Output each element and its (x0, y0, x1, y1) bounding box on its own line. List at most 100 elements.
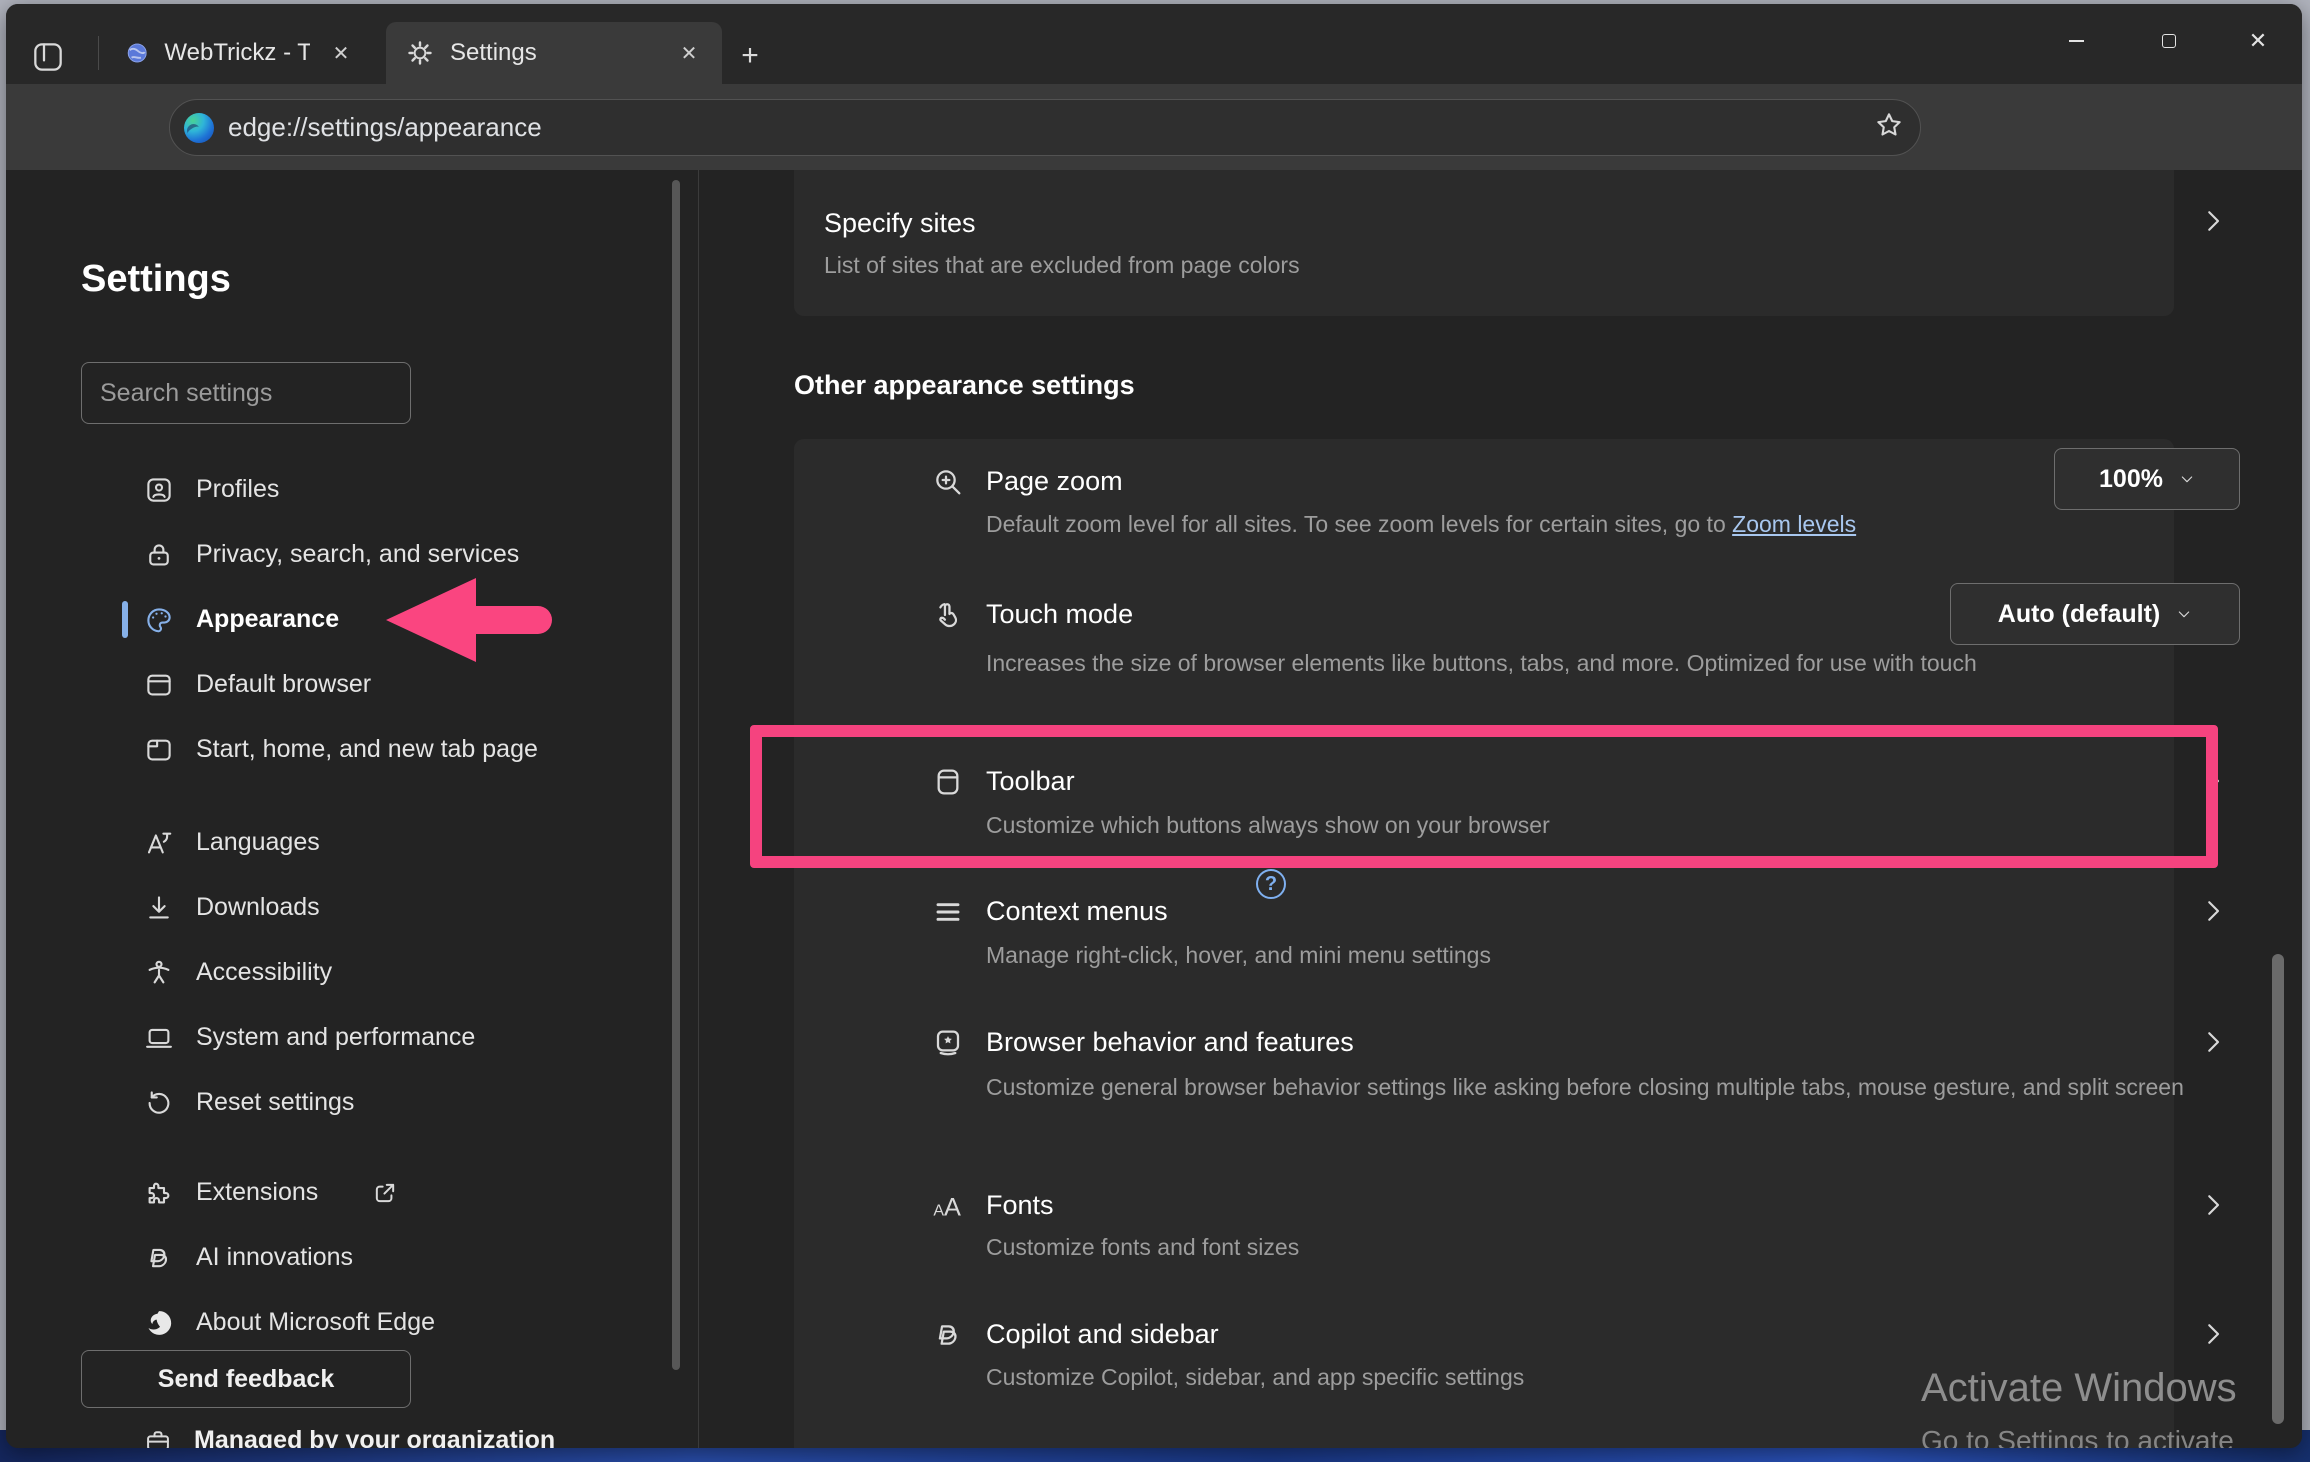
sidebar-item-label: Start, home, and new tab page (196, 735, 538, 764)
chevron-right-icon[interactable] (2198, 1027, 2228, 1057)
chevron-down-icon (2179, 471, 2195, 487)
touch-mode-dropdown[interactable]: Auto (default) (1950, 583, 2240, 645)
touch-mode-title: Touch mode (986, 599, 1133, 630)
url-text[interactable]: edge://settings/appearance (228, 112, 1874, 143)
edge-logo-icon (144, 1308, 174, 1338)
chevron-right-icon[interactable] (2198, 766, 2228, 796)
sidebar-item-privacy[interactable]: Privacy, search, and services (6, 522, 666, 587)
sidebar-item-extensions[interactable]: Extensions (6, 1160, 666, 1225)
settings-sidebar: Settings Profiles Privacy, search, and s… (6, 170, 698, 1448)
toolbar-row-subtitle: Customize which buttons always show on y… (986, 812, 1550, 839)
send-feedback-button[interactable]: Send feedback (81, 1350, 411, 1408)
window-close-button[interactable]: ✕ (2228, 18, 2288, 64)
chevron-down-icon (2176, 606, 2192, 622)
sidebar-item-downloads[interactable]: Downloads (6, 875, 666, 940)
page-zoom-subtitle-text: Default zoom level for all sites. To see… (986, 511, 1732, 537)
fonts-subtitle: Customize fonts and font sizes (986, 1234, 1299, 1261)
palette-icon (144, 605, 174, 635)
sidebar-item-ai-innovations[interactable]: AI innovations (6, 1225, 666, 1290)
other-appearance-card: Page zoom Default zoom level for all sit… (794, 439, 2174, 1448)
downloads-icon (144, 893, 174, 923)
browser-toolbar: edge://settings/appearance (6, 84, 2302, 170)
profiles-icon (144, 475, 174, 505)
sidebar-item-profiles[interactable]: Profiles (6, 457, 666, 522)
lock-icon (144, 540, 174, 570)
search-input[interactable] (81, 362, 411, 424)
window-minimize-button[interactable] (2046, 18, 2106, 64)
address-bar[interactable]: edge://settings/appearance (169, 99, 1921, 156)
gear-icon (406, 39, 434, 67)
page-zoom-dropdown[interactable]: 100% (2054, 448, 2240, 510)
touch-mode-subtitle: Increases the size of browser elements l… (986, 647, 2066, 679)
row-title: Specify sites (824, 208, 976, 239)
minimize-icon (2069, 40, 2084, 42)
chevron-right-icon (2198, 206, 2228, 236)
main-scrollbar[interactable] (2272, 954, 2284, 1424)
active-indicator (122, 601, 128, 638)
fonts-icon: A A (932, 1190, 964, 1222)
sidebar-item-label: Default browser (196, 670, 371, 699)
sidebar-item-languages[interactable]: Languages (6, 810, 666, 875)
sidebar-item-system[interactable]: System and performance (6, 1005, 666, 1070)
touch-mode-value: Auto (default) (1998, 600, 2160, 629)
context-menus-subtitle: Manage right-click, hover, and mini menu… (986, 942, 1491, 969)
touch-icon (932, 599, 964, 631)
tab-actions-menu-button[interactable] (28, 37, 68, 77)
favorite-star-button[interactable] (1874, 110, 1904, 145)
tab-title: Settings (450, 39, 537, 67)
fonts-title: Fonts (986, 1190, 1054, 1221)
briefcase-icon (144, 1427, 172, 1449)
svg-text:A: A (944, 1193, 961, 1221)
sidebar-item-default-browser[interactable]: Default browser (6, 652, 666, 717)
sidebar-item-appearance[interactable]: Appearance (6, 587, 666, 652)
sidebar-item-label: System and performance (196, 1023, 475, 1052)
tab-divider (98, 36, 99, 70)
tab-settings-active[interactable]: Settings ✕ (386, 22, 722, 84)
managed-by-organization[interactable]: Managed by your organization (144, 1426, 555, 1448)
browser-window-icon (144, 670, 174, 700)
tab-close-button[interactable]: ✕ (326, 38, 356, 68)
sidebar-item-label: Reset settings (196, 1088, 354, 1117)
page-title: Settings (81, 258, 231, 301)
settings-main: Specify sites List of sites that are exc… (699, 170, 2302, 1448)
new-tab-button[interactable]: + (728, 34, 772, 78)
zoom-levels-link[interactable]: Zoom levels (1732, 511, 1856, 537)
chevron-right-icon[interactable] (2198, 1190, 2228, 1220)
sidebar-item-label: Downloads (196, 893, 320, 922)
sidebar-item-label: Languages (196, 828, 320, 857)
page-zoom-value: 100% (2099, 465, 2163, 494)
edge-site-icon (184, 113, 214, 143)
specify-sites-card[interactable]: Specify sites List of sites that are exc… (794, 170, 2174, 316)
tab-bar: WebTrickz - Tech News, Apps, How ✕ Setti… (6, 4, 2302, 84)
settings-page: Settings Profiles Privacy, search, and s… (6, 170, 2302, 1448)
chevron-right-icon[interactable] (2198, 1319, 2228, 1349)
tab-webtrickz[interactable]: WebTrickz - Tech News, Apps, How ✕ (106, 22, 374, 84)
tab-close-button[interactable]: ✕ (674, 38, 704, 68)
copilot-sidebar-icon (932, 1319, 964, 1351)
copilot-row-title: Copilot and sidebar (986, 1319, 1219, 1350)
tab-title: WebTrickz - Tech News, Apps, How (164, 39, 310, 67)
toolbar-row-title: Toolbar (986, 766, 1075, 797)
sidebar-item-start-home[interactable]: Start, home, and new tab page (6, 717, 666, 782)
section-heading: Other appearance settings (794, 370, 1135, 401)
browser-behavior-icon (932, 1027, 964, 1059)
external-link-icon (371, 1179, 399, 1207)
desktop: WebTrickz - Tech News, Apps, How ✕ Setti… (0, 0, 2310, 1462)
maximize-icon (2162, 34, 2176, 48)
sidebar-scrollbar[interactable] (672, 180, 680, 1370)
sidebar-item-about-edge[interactable]: About Microsoft Edge (6, 1290, 666, 1355)
sidebar-item-label: Extensions (196, 1178, 318, 1207)
globe-favicon (126, 39, 148, 67)
sidebar-item-label: AI innovations (196, 1243, 353, 1272)
puzzle-icon (144, 1178, 174, 1208)
chevron-right-icon[interactable] (2198, 896, 2228, 926)
context-menus-icon (932, 896, 964, 928)
sidebar-item-reset[interactable]: Reset settings (6, 1070, 666, 1135)
star-icon (1874, 110, 1904, 140)
page-zoom-title: Page zoom (986, 466, 1123, 497)
help-icon[interactable]: ? (1256, 869, 1286, 899)
sidebar-item-label: About Microsoft Edge (196, 1308, 435, 1337)
sidebar-item-label: Privacy, search, and services (196, 540, 519, 569)
sidebar-item-accessibility[interactable]: Accessibility (6, 940, 666, 1005)
window-maximize-button[interactable] (2139, 18, 2199, 64)
